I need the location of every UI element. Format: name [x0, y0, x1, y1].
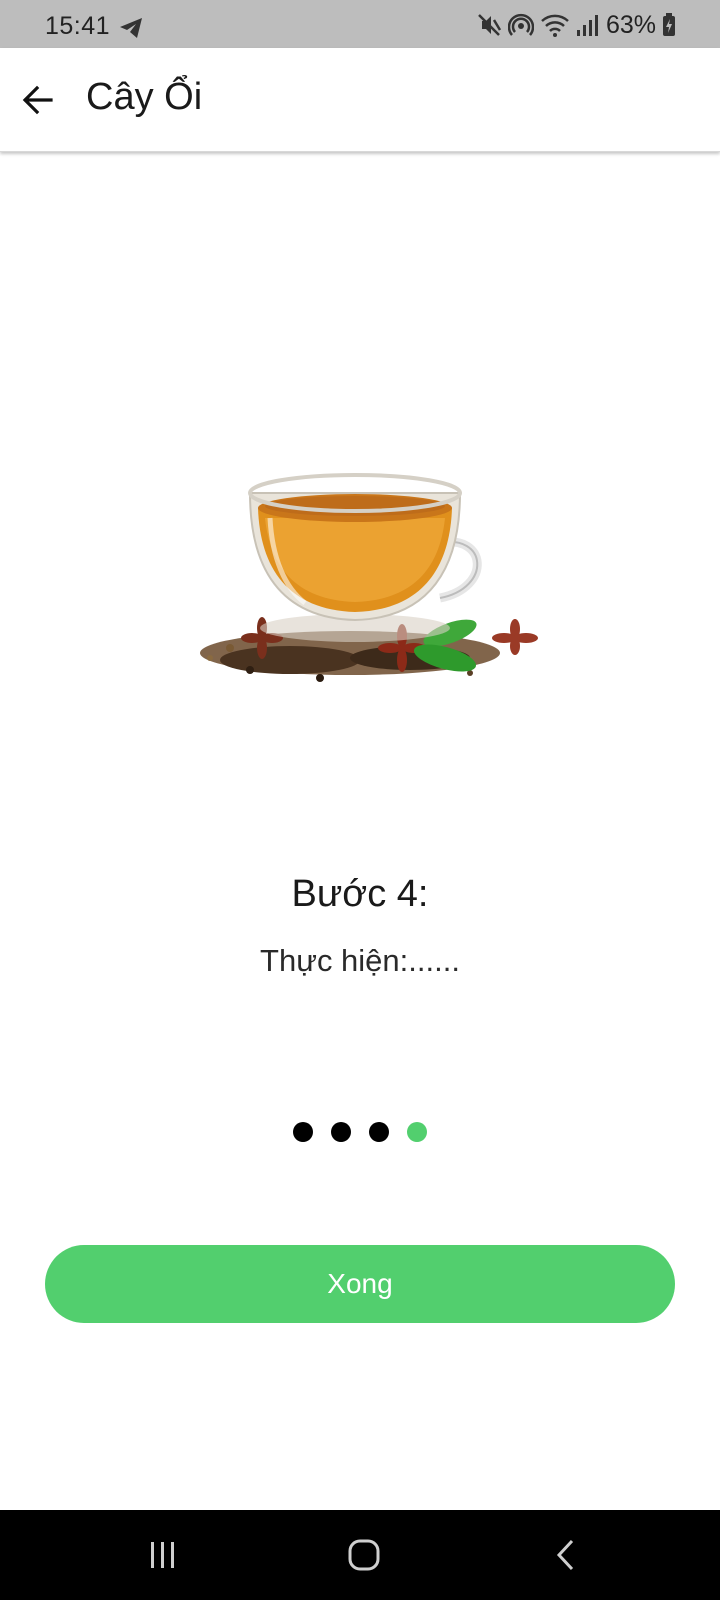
- step-title: Bước 4:: [291, 873, 429, 915]
- recent-apps-icon: [151, 1542, 174, 1568]
- page-indicator: [0, 1122, 720, 1142]
- step-content: Bước 4: Thực hiện:...... Xong: [0, 153, 720, 1510]
- hotspot-icon: [507, 13, 534, 36]
- status-icons: 63%: [476, 11, 676, 39]
- telegram-icon: [120, 18, 142, 38]
- battery-charging-icon: [663, 13, 675, 36]
- back-icon: [556, 1539, 574, 1571]
- battery-percent: 63%: [605, 10, 656, 39]
- status-time: 15:41: [45, 12, 111, 40]
- page-dot-2[interactable]: [331, 1122, 351, 1142]
- system-back-button[interactable]: [547, 1535, 587, 1575]
- wifi-icon: [541, 14, 569, 37]
- home-icon: [348, 1539, 380, 1571]
- system-nav-bar: [0, 1510, 720, 1600]
- app-bar: Cây Ổi: [0, 48, 720, 152]
- page-dot-3[interactable]: [369, 1122, 389, 1142]
- page-title: Cây Ổi: [86, 76, 203, 118]
- arrow-left-icon: [22, 85, 53, 115]
- signal-icon: [576, 15, 598, 36]
- recent-apps-button[interactable]: [143, 1535, 183, 1575]
- done-button[interactable]: Xong: [45, 1245, 675, 1323]
- home-button[interactable]: [344, 1535, 384, 1575]
- mute-icon: [478, 14, 502, 36]
- page-dot-4-active[interactable]: [407, 1122, 427, 1142]
- back-button[interactable]: [18, 80, 58, 120]
- step-description: Thực hiện:......: [260, 943, 460, 978]
- page-dot-1[interactable]: [293, 1122, 313, 1142]
- tea-cup-image: [200, 473, 538, 682]
- status-bar: 15:41 63%: [0, 0, 720, 48]
